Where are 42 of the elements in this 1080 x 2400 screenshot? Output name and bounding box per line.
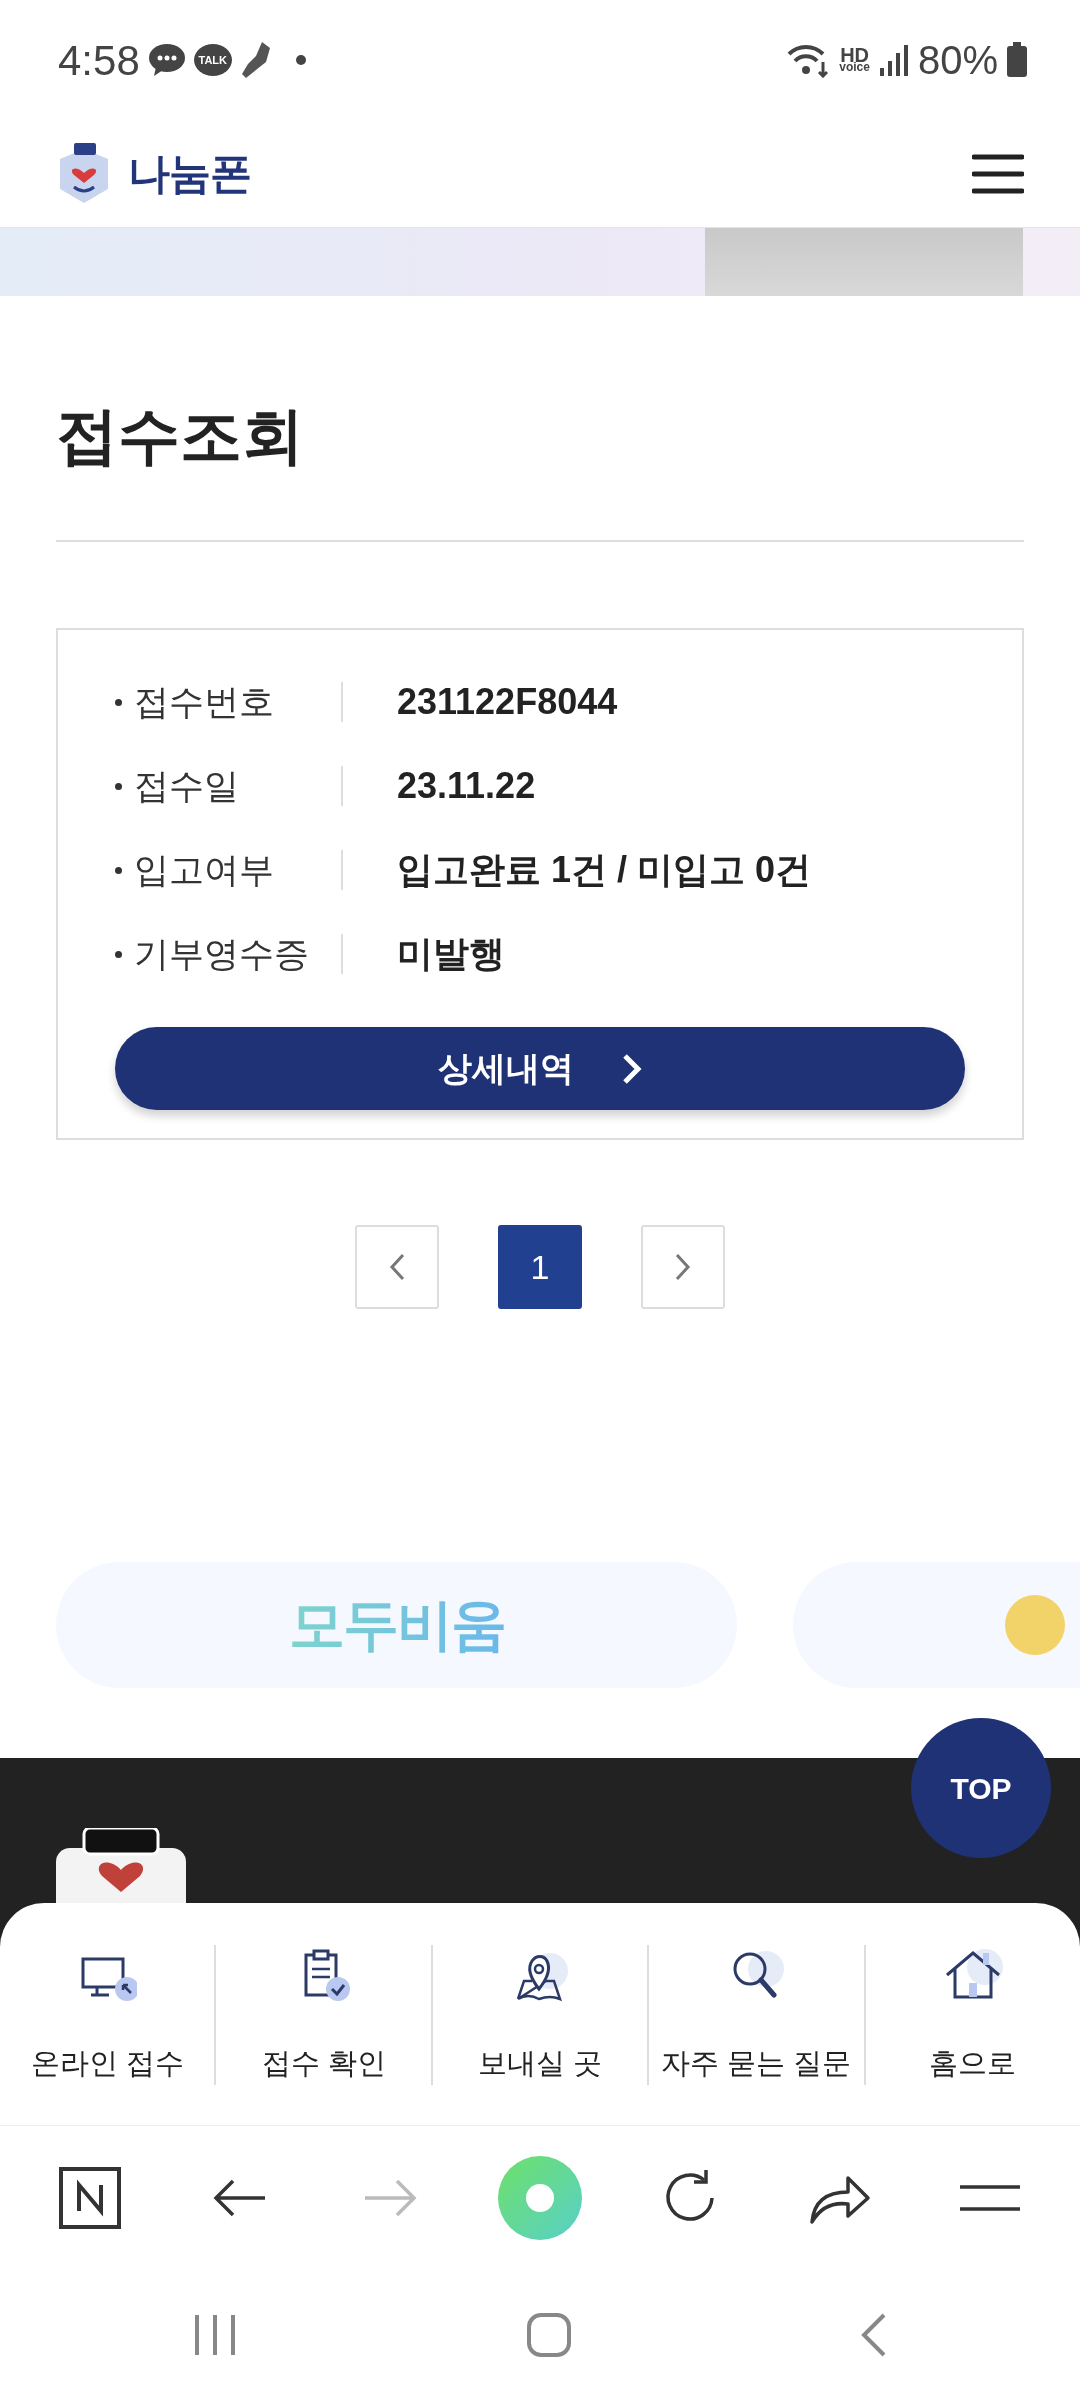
clock-time: 4:58 xyxy=(58,35,140,86)
field-value: 미발행 xyxy=(397,932,505,976)
field-label: 입고여부 xyxy=(134,848,274,891)
field-value: 입고완료 1건 / 미입고 0건 xyxy=(397,848,812,892)
bullet-icon xyxy=(115,782,122,790)
signal-icon xyxy=(877,44,910,76)
quick-menu-item[interactable]: 자주 묻는 질문 xyxy=(649,1945,864,2085)
quick-menu-item[interactable]: 온라인 접수 xyxy=(0,1945,215,2085)
page-title: 접수조회 xyxy=(56,400,305,472)
chevron-right-icon xyxy=(675,1253,691,1281)
battery-icon xyxy=(1006,42,1028,78)
bullet-icon xyxy=(115,698,122,706)
page-button[interactable]: 1 xyxy=(498,1225,582,1309)
chevron-right-icon xyxy=(622,1052,642,1085)
field-value: 23.11.22 xyxy=(397,764,536,808)
talk-badge: TALK xyxy=(193,44,232,76)
battery-percent: 80% xyxy=(917,37,998,84)
quick-menu-item[interactable]: 보내실 곳 xyxy=(432,1945,648,2085)
bullet-icon xyxy=(115,866,122,874)
forward-arrow-icon[interactable] xyxy=(363,2178,417,2218)
home-icon[interactable] xyxy=(527,2313,571,2357)
field-label: 기부영수증 xyxy=(134,932,309,975)
partner-logo-icon xyxy=(1005,1595,1065,1655)
detail-button[interactable]: 상세내역 xyxy=(115,1027,965,1110)
back-icon[interactable] xyxy=(861,2313,887,2357)
field-label: 접수번호 xyxy=(134,680,274,723)
back-arrow-icon[interactable] xyxy=(213,2178,267,2218)
field-label: 접수일 xyxy=(134,764,239,807)
notification-dot-icon xyxy=(295,55,306,65)
quick-menu-item[interactable]: 접수 확인 xyxy=(216,1945,431,2085)
logo-text: 나눔폰 xyxy=(128,149,251,199)
recent-apps-icon[interactable] xyxy=(193,2313,237,2357)
scroll-top-button[interactable]: TOP xyxy=(911,1718,1051,1858)
chat-bubble-icon xyxy=(147,43,186,77)
menu-icon[interactable] xyxy=(972,153,1024,194)
field-value: 231122F8044 xyxy=(397,680,618,724)
hd-voice-indicator: HD voice xyxy=(839,47,870,73)
quick-menu-item[interactable]: 홈으로 xyxy=(865,1945,1080,2085)
ring-logo-icon[interactable] xyxy=(498,2156,582,2240)
chevron-left-icon xyxy=(389,1253,405,1281)
menu-icon[interactable] xyxy=(958,2183,1022,2213)
bullet-icon xyxy=(115,950,122,958)
